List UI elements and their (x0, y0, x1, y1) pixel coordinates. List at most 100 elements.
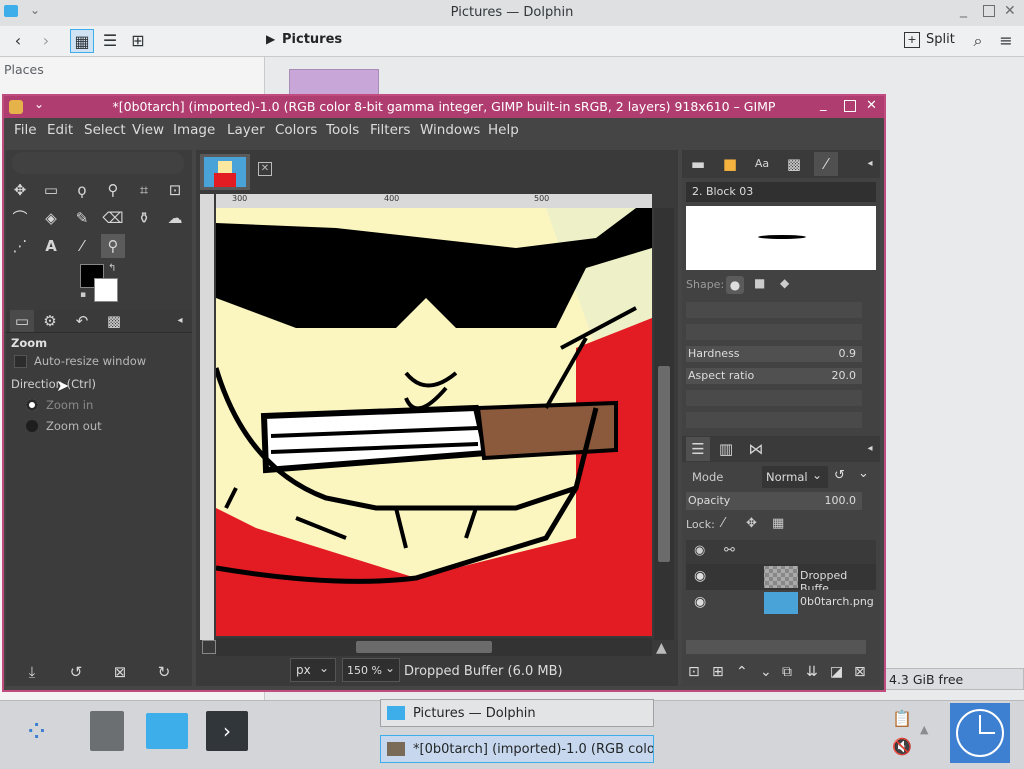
unit-select[interactable]: px ⌄ (290, 658, 336, 682)
eye-icon[interactable]: ◉ (694, 594, 706, 610)
maximize-icon[interactable] (844, 100, 856, 112)
lower-layer-icon[interactable]: ⌄ (760, 664, 772, 680)
reset-options-icon[interactable]: ↻ (152, 660, 176, 684)
menu-colors[interactable]: Colors (275, 122, 317, 138)
mode-select[interactable]: Normal ⌄ (762, 466, 828, 488)
rect-select-tool-icon[interactable]: ▭ (39, 178, 63, 202)
images-tab-icon[interactable]: ▩ (102, 310, 126, 332)
swap-colors-icon[interactable]: ↰ (108, 263, 116, 274)
image-canvas[interactable] (216, 208, 652, 636)
lock-position-icon[interactable]: ✥ (746, 516, 757, 531)
eraser-tool-icon[interactable]: ⌫ (101, 206, 125, 230)
smudge-tool-icon[interactable]: ☁ (163, 206, 187, 230)
eye-icon[interactable]: ◉ (694, 568, 706, 584)
clone-tool-icon[interactable]: ⚱ (132, 206, 156, 230)
task-gimp[interactable]: *[0b0tarch] (imported)-1.0 (RGB colo... (380, 735, 654, 763)
brushes-tab-icon[interactable]: ▬ (686, 152, 710, 176)
zoom-select[interactable]: 150 % ⌄ (342, 658, 400, 682)
clock-widget[interactable] (950, 703, 1010, 763)
compact-view-icon[interactable]: ☰ (98, 29, 122, 53)
maximize-icon[interactable] (983, 5, 995, 17)
background-color[interactable] (94, 278, 118, 302)
details-view-icon[interactable]: ⊞ (126, 29, 150, 53)
delete-options-icon[interactable]: ⊠ (108, 660, 132, 684)
diamond-shape-icon[interactable]: ◆ (780, 276, 789, 290)
navigate-icon[interactable]: ▲ (656, 640, 667, 656)
vertical-scrollbar-thumb[interactable] (658, 366, 670, 562)
bucket-fill-tool-icon[interactable]: ◈ (39, 206, 63, 230)
brush-name-field[interactable]: 2. Block 03 (686, 182, 876, 202)
menu-file[interactable]: File (14, 122, 37, 138)
device-status-tab-icon[interactable]: ⚙ (38, 310, 62, 332)
warp-tool-icon[interactable]: ⌒ (8, 206, 32, 230)
hamburger-menu-icon[interactable]: ≡ (994, 29, 1018, 53)
radius-slider[interactable] (686, 302, 862, 318)
anchor-layer-icon[interactable]: ⇊ (806, 664, 818, 680)
spacing-slider[interactable] (686, 412, 862, 428)
circle-shape-icon[interactable]: ● (726, 276, 744, 294)
menu-help[interactable]: Help (488, 122, 519, 138)
back-icon[interactable]: ‹ (6, 29, 30, 53)
raise-layer-icon[interactable]: ⌃ (736, 664, 748, 680)
channels-tab-icon[interactable]: ▥ (714, 437, 738, 461)
transform-tool-icon[interactable]: ⊡ (163, 178, 187, 202)
layer-row[interactable]: ◉ Dropped Buffe (686, 564, 876, 595)
icons-view-icon[interactable]: ▦ (70, 29, 94, 53)
quick-mask-corner[interactable] (200, 194, 214, 208)
layers-scrollbar[interactable] (686, 640, 866, 654)
paths-tab-icon[interactable]: ⋈ (744, 437, 768, 461)
menu-tools[interactable]: Tools (326, 122, 359, 138)
paths-tool-icon[interactable]: ⋰ (8, 234, 32, 258)
fuzzy-select-tool-icon[interactable]: ⚲ (101, 178, 125, 202)
hardness-slider[interactable]: Hardness 0.9 (686, 346, 862, 362)
fonts-tab-icon[interactable]: Aa (750, 152, 774, 176)
save-options-icon[interactable]: ⤓ (20, 660, 44, 684)
zoom-tool-icon[interactable]: ⚲ (101, 234, 125, 258)
split-button[interactable]: Split (926, 32, 955, 47)
aspect-ratio-slider[interactable]: Aspect ratio 20.0 (686, 368, 862, 384)
vertical-scrollbar[interactable] (654, 208, 674, 640)
tray-expand-icon[interactable]: ▲ (920, 723, 928, 736)
folder-launcher-icon[interactable] (146, 713, 188, 749)
horizontal-scrollbar[interactable] (216, 638, 652, 656)
clipboard-icon[interactable]: 📋 (892, 709, 912, 728)
delete-layer-icon[interactable]: ⊠ (854, 664, 866, 680)
opacity-slider[interactable]: Opacity 100.0 (686, 492, 862, 510)
menu-filters[interactable]: Filters (370, 122, 410, 138)
restore-options-icon[interactable]: ↺ (64, 660, 88, 684)
menu-windows[interactable]: Windows (420, 122, 480, 138)
angle-slider[interactable] (686, 390, 862, 406)
duplicate-layer-icon[interactable]: ⧉ (782, 664, 792, 680)
dock-menu-icon[interactable]: ◂ (168, 310, 192, 332)
chevron-down-icon[interactable]: ⌄ (858, 466, 869, 481)
layer-mask-icon[interactable]: ◪ (830, 664, 843, 680)
menu-edit[interactable]: Edit (47, 122, 73, 138)
close-tab-icon[interactable]: ✕ (258, 162, 272, 176)
reset-colors-icon[interactable]: ▪ (80, 290, 86, 300)
lock-alpha-icon[interactable]: ▦ (772, 516, 784, 531)
zoom-in-radio[interactable] (26, 399, 38, 411)
dock-menu-icon[interactable]: ◂ (858, 152, 882, 176)
close-icon[interactable]: ✕ (866, 98, 877, 113)
paint-dynamics-tab-icon[interactable]: ⁄ (814, 152, 838, 176)
image-tab[interactable] (200, 154, 250, 190)
menu-select[interactable]: Select (84, 122, 126, 138)
volume-muted-icon[interactable]: 🔇 (892, 737, 912, 756)
app-launcher-icon[interactable]: ⁘ (24, 715, 49, 750)
menu-view[interactable]: View (132, 122, 164, 138)
color-picker-tool-icon[interactable]: ⁄ (70, 234, 94, 258)
menu-image[interactable]: Image (173, 122, 215, 138)
close-icon[interactable]: ✕ (1004, 3, 1016, 19)
composite-mode-icon[interactable]: ↺ (834, 468, 845, 483)
gradients-tab-icon[interactable]: ▩ (782, 152, 806, 176)
layers-tab-icon[interactable]: ☰ (686, 437, 710, 461)
minimize-icon[interactable]: _ (960, 2, 967, 18)
undo-history-tab-icon[interactable]: ↶ (70, 310, 94, 332)
task-dolphin[interactable]: Pictures — Dolphin (380, 699, 654, 727)
lock-pixels-icon[interactable]: ⁄ (722, 516, 724, 531)
tool-options-tab-icon[interactable]: ▭ (10, 310, 34, 332)
square-shape-icon[interactable]: ■ (754, 276, 765, 290)
text-tool-icon[interactable]: A (39, 234, 63, 258)
move-tool-icon[interactable]: ✥ (8, 178, 32, 202)
forward-icon[interactable]: › (34, 29, 58, 53)
